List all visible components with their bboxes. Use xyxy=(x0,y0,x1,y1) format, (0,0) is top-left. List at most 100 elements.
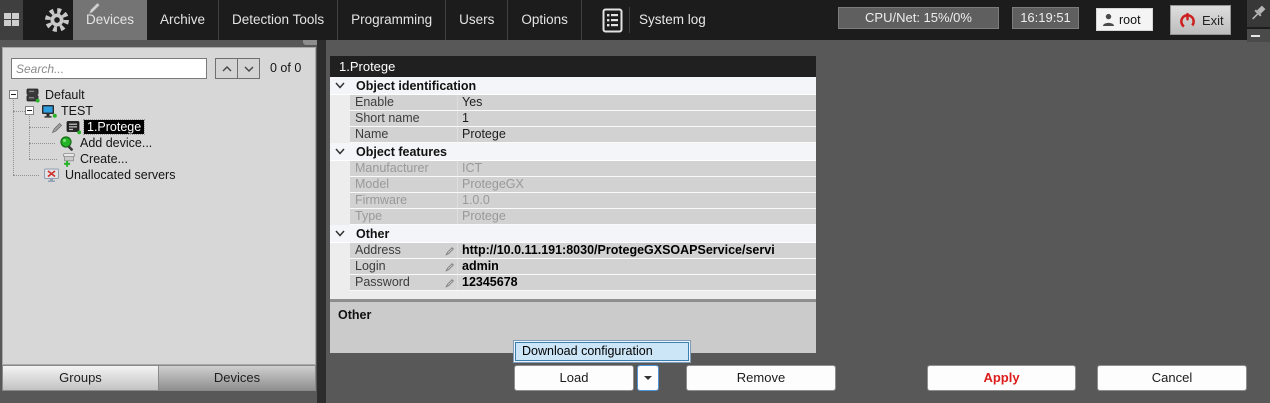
property-row-model: Model ProtegeGX xyxy=(350,177,816,193)
search-input[interactable] xyxy=(11,58,207,79)
tab-programming[interactable]: Programming xyxy=(338,0,446,40)
search-next-button[interactable] xyxy=(237,58,260,79)
property-value: ProtegeGX xyxy=(458,177,816,192)
panel-title: 1.Protege xyxy=(330,56,816,77)
tab-options[interactable]: Options xyxy=(508,0,582,40)
load-dropdown-menu: Download configuration xyxy=(513,340,691,363)
edit-pencil-icon xyxy=(87,0,102,21)
property-grid: Object identification Enable Yes Short n… xyxy=(330,77,816,301)
user-icon xyxy=(1102,13,1115,27)
cpu-net-status: CPU/Net: 15%/0% xyxy=(838,7,999,29)
property-value[interactable]: http://10.0.11.191:8030/ProtegeGXSOAPSer… xyxy=(458,243,816,258)
load-dropdown-button[interactable] xyxy=(637,365,659,391)
property-row-login[interactable]: Login admin xyxy=(350,259,816,275)
apps-menu-button[interactable] xyxy=(0,0,23,40)
main-tab-bar: Devices Archive Detection Tools Programm… xyxy=(73,0,582,40)
edit-pencil-icon xyxy=(445,246,455,256)
tab-detection-tools[interactable]: Detection Tools xyxy=(219,0,338,40)
tree-item-label: TEST xyxy=(61,104,93,118)
tree-expander[interactable] xyxy=(25,106,34,115)
divider xyxy=(629,7,630,33)
tree-item-unallocated-servers[interactable]: Unallocated servers xyxy=(3,167,317,183)
user-name: root xyxy=(1119,13,1141,27)
top-bar: Devices Archive Detection Tools Programm… xyxy=(0,0,1270,40)
system-log-label[interactable]: System log xyxy=(639,0,706,40)
device-icon xyxy=(66,120,82,135)
chevron-down-icon xyxy=(335,148,345,155)
property-row-address[interactable]: Address http://10.0.11.191:8030/ProtegeG… xyxy=(350,243,816,259)
section-object-features[interactable]: Object features xyxy=(330,143,816,161)
search-prev-button[interactable] xyxy=(215,58,238,79)
tab-archive[interactable]: Archive xyxy=(147,0,219,40)
property-row-type: Type Protege xyxy=(350,209,816,225)
create-box-icon xyxy=(61,152,77,167)
tree-item-label: Add device... xyxy=(80,136,152,150)
apply-button[interactable]: Apply xyxy=(927,365,1076,391)
tree-expander[interactable] xyxy=(9,90,18,99)
footer-tab-groups[interactable]: Groups xyxy=(2,365,159,391)
server-icon xyxy=(25,88,41,103)
magnifier-icon xyxy=(59,136,76,152)
power-icon xyxy=(1178,11,1197,30)
edit-pencil-icon xyxy=(51,121,64,134)
property-row-manufacturer: Manufacturer ICT xyxy=(350,161,816,177)
property-value: ICT xyxy=(458,161,816,176)
gear-icon[interactable] xyxy=(44,7,70,33)
tree-item-test[interactable]: TEST xyxy=(3,103,317,119)
property-label: Enable xyxy=(350,95,458,110)
chevron-down-icon xyxy=(335,230,345,237)
property-row-name[interactable]: Name Protege xyxy=(350,127,816,143)
property-row-short-name[interactable]: Short name 1 xyxy=(350,111,816,127)
dropdown-arrow-icon xyxy=(644,376,652,384)
clock: 16:19:51 xyxy=(1012,7,1079,29)
tab-users[interactable]: Users xyxy=(446,0,508,40)
tab-devices[interactable]: Devices xyxy=(73,0,147,40)
unallocated-monitor-icon xyxy=(43,168,61,183)
cancel-button[interactable]: Cancel xyxy=(1097,365,1247,391)
property-label: Model xyxy=(350,177,458,192)
monitor-icon xyxy=(41,104,58,119)
tree-item-default[interactable]: Default xyxy=(3,87,317,103)
property-value[interactable]: 1 xyxy=(458,111,816,126)
search-result-count: 0 of 0 xyxy=(270,61,301,75)
footer-tab-devices[interactable]: Devices xyxy=(158,365,316,391)
property-label: Address xyxy=(350,243,458,258)
collapse-button[interactable] xyxy=(1247,29,1270,42)
property-value[interactable]: admin xyxy=(458,259,816,274)
panel-splitter[interactable] xyxy=(317,40,326,403)
load-button[interactable]: Load xyxy=(514,365,634,391)
system-log-icon[interactable] xyxy=(602,8,623,38)
remove-button[interactable]: Remove xyxy=(686,365,836,391)
exit-button[interactable]: Exit xyxy=(1170,5,1231,35)
property-label: Type xyxy=(350,209,458,224)
property-label: Firmware xyxy=(350,193,458,208)
tree-item-protege[interactable]: 1.Protege xyxy=(3,119,317,135)
section-other[interactable]: Other xyxy=(330,225,816,243)
user-button[interactable]: root xyxy=(1096,8,1153,31)
property-value: Protege xyxy=(458,209,816,224)
minimize-icon xyxy=(1251,35,1260,37)
property-label: Name xyxy=(350,127,458,142)
chevron-up-icon xyxy=(222,66,232,72)
property-value[interactable]: Yes xyxy=(458,95,816,110)
object-properties-panel: 1.Protege Object identification Enable Y… xyxy=(330,56,816,301)
tree-item-add-device[interactable]: Add device... xyxy=(3,135,317,151)
tree-item-label: Unallocated servers xyxy=(65,168,175,182)
edit-pencil-icon xyxy=(445,262,455,272)
edit-pencil-icon xyxy=(445,278,455,288)
tree-item-create[interactable]: Create... xyxy=(3,151,317,167)
property-value[interactable]: Protege xyxy=(458,127,816,142)
section-object-identification[interactable]: Object identification xyxy=(330,77,816,95)
menu-item-download-configuration[interactable]: Download configuration xyxy=(515,342,689,361)
pin-icon xyxy=(1247,0,1270,27)
property-value[interactable]: 12345678 xyxy=(458,275,816,290)
property-row-password[interactable]: Password 12345678 xyxy=(350,275,816,291)
property-value: 1.0.0 xyxy=(458,193,816,208)
device-tree-panel: 0 of 0 Default TEST xyxy=(2,47,316,365)
tree-item-label: Create... xyxy=(80,152,128,166)
property-row-enable[interactable]: Enable Yes xyxy=(350,95,816,111)
property-row-firmware: Firmware 1.0.0 xyxy=(350,193,816,209)
property-label: Manufacturer xyxy=(350,161,458,176)
pin-button[interactable] xyxy=(1247,0,1270,27)
section-title: Object features xyxy=(356,145,447,159)
